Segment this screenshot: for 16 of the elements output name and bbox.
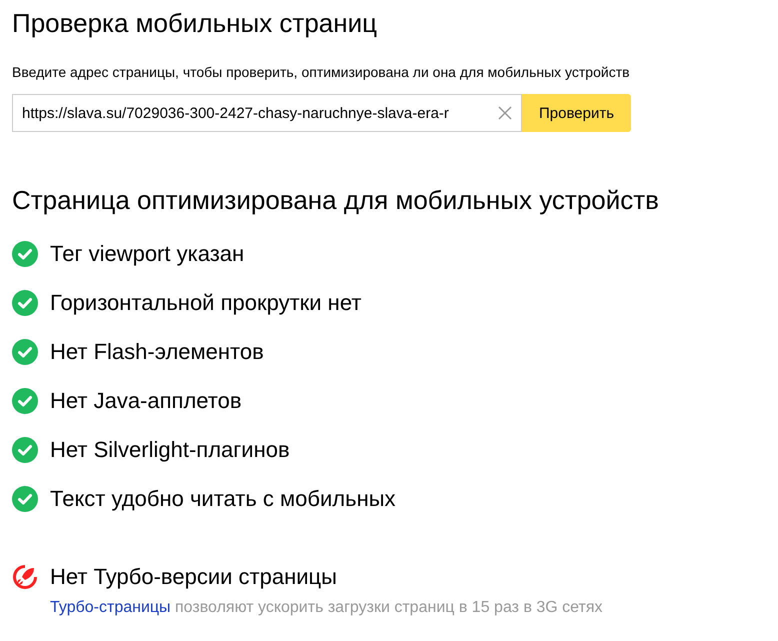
- url-field[interactable]: https://slava.su/7029036-300-2427-chasy-naruchnye-slava-era-r: [12, 94, 522, 132]
- check-label: Горизонтальной прокрутки нет: [50, 290, 362, 316]
- turbo-link[interactable]: Турбо-страницы: [50, 599, 171, 616]
- page-title: Проверка мобильных страниц: [12, 7, 378, 39]
- turbo-description: Турбо-страницы позволяют ускорить загрузки страниц в 15 раз в 3G сетях: [50, 599, 604, 617]
- check-button[interactable]: Проверить: [522, 94, 632, 132]
- turbo-label: Нет Турбо-версии страницы: [50, 564, 337, 590]
- prompt-text: Введите адрес страницы, чтобы проверить, оптимизирована ли она для мобильных устройств: [12, 63, 631, 81]
- check-label: Нет Silverlight-плагинов: [50, 437, 290, 463]
- rocket-icon: [12, 564, 38, 590]
- result-heading: Страница оптимизирована для мобильных устройств: [12, 184, 660, 216]
- check-label: Нет Java-апплетов: [50, 388, 242, 414]
- clear-icon[interactable]: [498, 106, 512, 120]
- check-label: Тег viewport указан: [50, 241, 244, 267]
- check-label: Нет Flash-элементов: [50, 339, 264, 365]
- check-label: Текст удобно читать с мобильных: [50, 486, 396, 512]
